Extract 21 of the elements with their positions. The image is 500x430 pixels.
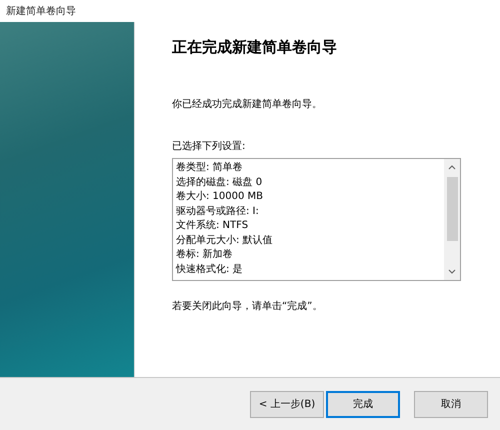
settings-item: 驱动器号或路径: I: <box>176 204 260 218</box>
scroll-up-icon[interactable] <box>448 165 456 170</box>
settings-item: 文件系统: NTFS <box>176 219 250 233</box>
cancel-button[interactable]: 取消 <box>414 390 488 418</box>
settings-item: 卷类型: 简单卷 <box>176 161 244 175</box>
scrollbar[interactable] <box>444 159 460 280</box>
scroll-down-icon[interactable] <box>448 269 456 274</box>
settings-item: 卷大小: 10000 MB <box>176 190 264 204</box>
settings-label: 已选择下列设置: <box>172 140 246 153</box>
settings-item: 选择的磁盘: 磁盘 0 <box>176 176 264 190</box>
wizard-heading: 正在完成新建简单卷向导 <box>172 38 337 57</box>
settings-item: 卷标: 新加卷 <box>176 248 234 262</box>
window-title: 新建简单卷向导 <box>6 4 76 18</box>
back-button[interactable]: < 上一步(B) <box>250 390 324 418</box>
scrollbar-thumb[interactable] <box>446 177 458 241</box>
intro-text: 你已经成功完成新建简单卷向导。 <box>172 98 322 111</box>
instruction-text: 若要关闭此向导，请单击“完成”。 <box>172 300 322 313</box>
settings-item: 快速格式化: 是 <box>176 262 244 276</box>
settings-list[interactable]: 卷类型: 简单卷 选择的磁盘: 磁盘 0 卷大小: 10000 MB 驱动器号或路径: I: 文件系统: NTFS 分配单元大小: 默认值 卷标: 新加卷 快速格式化: 是 <box>172 158 461 281</box>
finish-button[interactable]: 完成 <box>326 390 400 418</box>
settings-item: 分配单元大小: 默认值 <box>176 234 274 248</box>
